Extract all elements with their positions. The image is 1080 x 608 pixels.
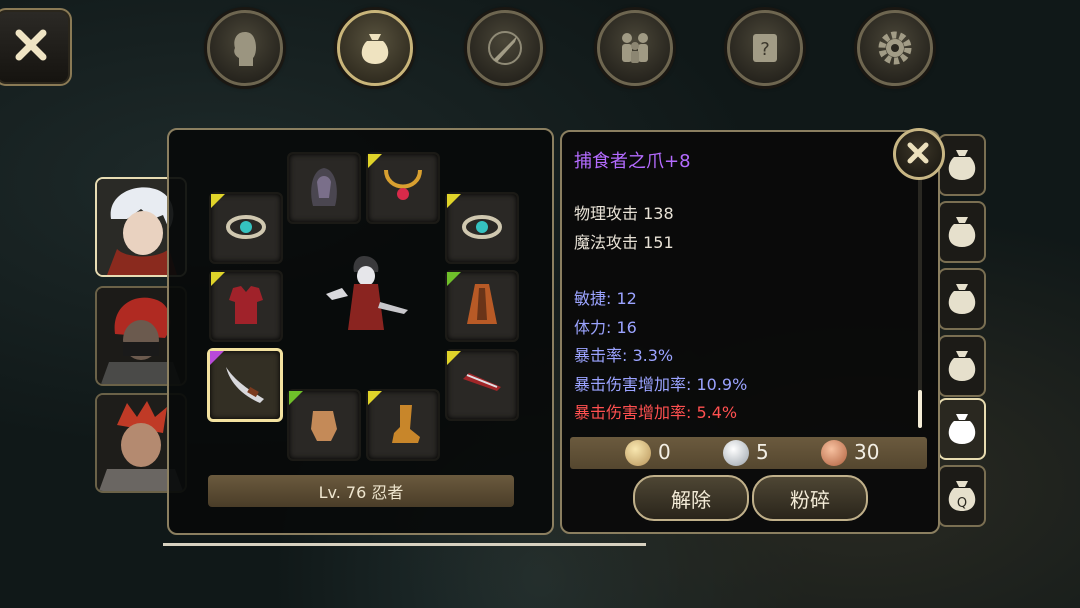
people-icon (622, 33, 648, 63)
slot-gloves[interactable] (287, 389, 361, 461)
bag-icon (948, 351, 976, 381)
scroll-icon: ? (753, 34, 777, 62)
red-armor-icon (229, 286, 263, 324)
silver-amount: 5 (756, 440, 769, 464)
copper-amount: 30 (854, 440, 880, 464)
gold-amount: 0 (658, 440, 671, 464)
gold-coin-icon (625, 440, 651, 466)
bag-tab-quest[interactable]: Q (938, 465, 986, 527)
stat-special-crit-damage: 暴击伤害增加率: 5.4% (574, 403, 738, 422)
tab-settings[interactable] (857, 10, 933, 86)
gear-icon (878, 31, 912, 65)
boots-icon (392, 405, 420, 443)
silver-coin-icon (723, 440, 749, 466)
item-name: 捕食者之爪+8 (574, 151, 691, 172)
stat-stamina: 体力: 16 (574, 318, 637, 337)
divider-line (163, 543, 646, 546)
stat-physical-attack: 物理攻击 138 (574, 204, 674, 223)
unequip-button[interactable]: 解除 (633, 475, 749, 521)
bag-tab-3[interactable] (938, 268, 986, 330)
slot-armor[interactable] (209, 270, 283, 342)
head-silhouette-icon (234, 32, 256, 66)
bag-icon (948, 150, 976, 180)
gloves-icon (311, 411, 337, 441)
detail-scroll-thumb[interactable] (918, 390, 922, 428)
cloak-icon (467, 284, 497, 324)
character-level-class: Lv. 76 忍者 (208, 475, 514, 507)
close-detail-button[interactable] (893, 128, 945, 180)
smash-button[interactable]: 粉碎 (752, 475, 868, 521)
bag-tab-5[interactable] (938, 398, 986, 460)
slot-ring-right[interactable] (445, 192, 519, 264)
necklace-icon (384, 169, 422, 200)
bag-icon (948, 414, 976, 444)
blade-icon (463, 373, 501, 391)
slot-offhand[interactable] (445, 349, 519, 421)
ring-icon (226, 215, 266, 239)
stat-crit-damage: 暴击伤害增加率: 10.9% (574, 375, 748, 394)
bag-icon (948, 217, 976, 247)
compass-sword-icon (488, 31, 522, 65)
close-icon (907, 142, 929, 164)
tab-inventory[interactable] (337, 10, 413, 86)
slot-helmet[interactable] (287, 152, 361, 224)
slot-necklace[interactable] (366, 152, 440, 224)
bag-icon (361, 34, 389, 64)
slot-weapon[interactable] (207, 348, 283, 422)
bag-icon (948, 284, 976, 314)
slot-cloak[interactable] (445, 270, 519, 342)
close-icon (15, 29, 47, 61)
copper-coin-icon (821, 440, 847, 466)
svg-text:?: ? (760, 39, 770, 60)
tab-party[interactable] (597, 10, 673, 86)
character-sprite (326, 256, 408, 330)
slot-boots[interactable] (366, 389, 440, 461)
quest-bag-icon: Q (948, 481, 976, 511)
tab-skills[interactable] (467, 10, 543, 86)
claw-weapon-icon (226, 367, 264, 403)
stat-agility: 敏捷: 12 (574, 289, 637, 308)
hood-icon (311, 168, 337, 206)
svg-text:Q: Q (957, 496, 967, 511)
tab-quest[interactable]: ? (727, 10, 803, 86)
bag-tab-4[interactable] (938, 335, 986, 397)
slot-ring-left[interactable] (209, 192, 283, 264)
tab-character[interactable] (207, 10, 283, 86)
ring-icon (462, 215, 502, 239)
close-button[interactable] (0, 8, 72, 86)
bag-tab-1[interactable] (938, 134, 986, 196)
stat-magic-attack: 魔法攻击 151 (574, 233, 674, 252)
stat-crit-rate: 暴击率: 3.3% (574, 346, 674, 365)
bag-tab-2[interactable] (938, 201, 986, 263)
